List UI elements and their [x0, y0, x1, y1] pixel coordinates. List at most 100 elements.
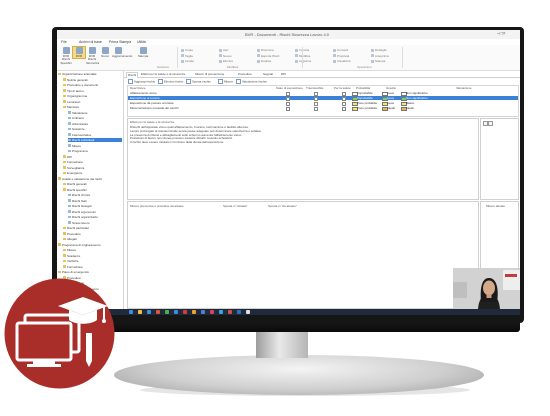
tree-node[interactable]: Emergenze: [63, 171, 122, 175]
window-controls[interactable]: –□×: [497, 31, 506, 37]
tree-node[interactable]: Rischi generali: [63, 182, 122, 186]
grid-row[interactable]: Movimentazione manuale dei carichi Poco p…: [128, 106, 518, 112]
tree-node[interactable]: DPI: [63, 155, 122, 159]
ribbon-button[interactable]: DVR Rischi Sicurezza: [86, 47, 99, 65]
tab[interactable]: DPI: [280, 72, 287, 77]
tree-node[interactable]: Piano di emergenza: [58, 270, 122, 274]
tree-node[interactable]: Rischi particolari: [63, 226, 122, 230]
ribbon-small-button[interactable]: Esporta Word: [257, 54, 279, 58]
ribbon-button[interactable]: DVR Rischi Specifici: [60, 47, 72, 65]
ribbon-small-button[interactable]: Proprietà: [333, 54, 349, 58]
tree-node[interactable]: Formazione: [63, 160, 122, 164]
ribbon-small-button[interactable]: Stampa: [371, 59, 385, 63]
tree-node[interactable]: Rischi chimici: [68, 193, 122, 197]
risk-toolbar-button[interactable]: Valutazione rischio: [236, 79, 267, 84]
tree-node[interactable]: Mansioni: [63, 105, 122, 109]
tree-node[interactable]: Organigramma: [63, 94, 122, 98]
grid-column-header[interactable]: Per la salute: [334, 86, 351, 90]
tree-node[interactable]: Tipi di lavoro: [63, 89, 122, 93]
tree-node[interactable]: Analisi e valutazione dei rischi: [58, 177, 122, 181]
panel-button[interactable]: [488, 121, 493, 126]
taskbar-app-icon[interactable]: [147, 310, 151, 314]
taskbar-app-icon[interactable]: [156, 310, 160, 314]
grid-row[interactable]: Esposizione da posture scorrette Poco pro…: [128, 101, 518, 107]
taskbar-app-icon[interactable]: [210, 310, 214, 314]
grid-row[interactable]: Affaticamento visivo Improbabile Lieve Non …: [128, 91, 518, 97]
tree-node[interactable]: Rischi ergonomici: [68, 210, 122, 214]
ribbon-button[interactable]: Nuovi: [99, 47, 111, 58]
tree-node[interactable]: Valutazione: [68, 111, 122, 115]
ribbon-small-button[interactable]: Visualizza: [333, 59, 350, 63]
grid-column-header[interactable]: Gravità: [386, 86, 396, 90]
tree-node[interactable]: Procedure: [63, 232, 122, 236]
tree-node[interactable]: Stress lavoro: [68, 221, 122, 225]
taskbar-app-icon[interactable]: [237, 310, 241, 314]
taskbar-app-icon[interactable]: [174, 310, 178, 314]
tree-node[interactable]: Fasi lavorative: [68, 133, 122, 137]
tab[interactable]: Procedure: [237, 72, 253, 77]
grid-column-header[interactable]: Trasmissibile: [306, 86, 323, 90]
tab[interactable]: Effetti per la salute e la sicurezza: [140, 72, 186, 77]
taskbar-app-icon[interactable]: [228, 310, 232, 314]
tree-node[interactable]: Formazione: [63, 265, 122, 269]
tree-node[interactable]: Rischi fisici: [68, 199, 122, 203]
risk-toolbar-button[interactable]: Elimina rischio: [158, 79, 183, 84]
tree-node[interactable]: Rischi biologici: [68, 204, 122, 208]
ribbon-small-button[interactable]: Apri: [219, 48, 228, 52]
risk-toolbar-button[interactable]: Aggiungi rischio: [128, 79, 155, 84]
tree-node[interactable]: Scadenze: [63, 254, 122, 258]
ribbon-small-button[interactable]: Aggiorna: [295, 59, 311, 63]
tree-node[interactable]: Rischi specifici: [63, 188, 122, 192]
tab[interactable]: Segnali: [262, 72, 274, 77]
grid-checkbox[interactable]: [314, 106, 319, 112]
taskbar-app-icon[interactable]: [201, 310, 205, 314]
tree-node[interactable]: Misure: [63, 248, 122, 252]
risk-toolbar-button[interactable]: Sposta rischio: [186, 79, 211, 84]
ribbon-button[interactable]: Aggiornamento: [112, 47, 132, 58]
tree-node[interactable]: Programma di miglioramento: [58, 243, 122, 247]
grid-checkbox[interactable]: [286, 106, 291, 112]
tree-node[interactable]: Lavoratori: [63, 100, 122, 104]
taskbar-app-icon[interactable]: [129, 310, 133, 314]
ribbon-small-button[interactable]: Elimina: [219, 59, 233, 63]
taskbar-app-icon[interactable]: [192, 310, 196, 314]
taskbar-app-icon[interactable]: [138, 310, 142, 314]
tree-node[interactable]: Attrezzature: [68, 122, 122, 126]
move-to-todo-button[interactable]: Sposta in "da attuare": [268, 204, 297, 208]
grid-column-header[interactable]: Valutazione: [456, 86, 471, 90]
menu-item[interactable]: Utilità: [137, 40, 146, 44]
tree-node[interactable]: Misure: [68, 144, 122, 148]
grid-column-header[interactable]: Probabilità: [356, 86, 370, 90]
ribbon-small-button[interactable]: Copia: [181, 48, 193, 52]
grid-row[interactable]: Esposizione al rumore Improbabile Lieve Non…: [128, 96, 518, 102]
tree-node[interactable]: Sostanze: [68, 127, 122, 131]
tree-node[interactable]: Notizie generali: [63, 78, 122, 82]
taskbar-app-icon[interactable]: [183, 310, 187, 314]
menu-item[interactable]: File: [61, 40, 67, 44]
ribbon-small-button[interactable]: Nuovo: [219, 54, 232, 58]
ribbon-small-button[interactable]: Dettaglio: [371, 48, 387, 52]
tree-node[interactable]: Rischi individuati: [68, 138, 122, 142]
ribbon-button[interactable]: DVR: [72, 45, 86, 60]
tree-node[interactable]: Sorveglianza: [63, 166, 122, 170]
ribbon-small-button[interactable]: Duplica: [257, 59, 271, 63]
grid-checkbox[interactable]: [342, 106, 347, 112]
tree-node[interactable]: Allegati: [63, 237, 122, 241]
tree-node[interactable]: Procedure e documenti: [63, 83, 122, 87]
ribbon-small-button[interactable]: Incolla: [181, 59, 194, 63]
tree-node[interactable]: Verifiche: [63, 259, 122, 263]
taskbar-app-icon[interactable]: [246, 310, 250, 314]
tree-node[interactable]: Rischi organizzativi: [68, 215, 122, 219]
ribbon-small-button[interactable]: Converti: [333, 48, 348, 52]
ribbon-small-button[interactable]: Taglia: [181, 54, 193, 58]
risk-toolbar-button[interactable]: Misure: [218, 79, 233, 84]
menu-item[interactable]: Archivi di base: [79, 40, 102, 44]
tab[interactable]: Misure di prevenzione: [194, 72, 225, 77]
move-to-done-button[interactable]: Sposta in "attuate": [223, 204, 248, 208]
taskbar-app-icon[interactable]: [165, 310, 169, 314]
ribbon-button[interactable]: Stampa: [137, 47, 149, 58]
ribbon-small-button[interactable]: Rinomina: [257, 48, 274, 52]
tree-node[interactable]: Ambienti: [68, 116, 122, 120]
grid-column-header[interactable]: Descrizione: [130, 86, 146, 90]
ribbon-small-button[interactable]: Anteprima: [371, 54, 389, 58]
